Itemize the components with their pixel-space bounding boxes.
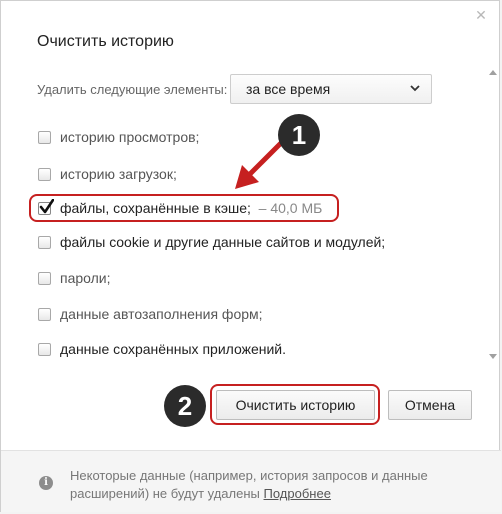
- scroll-up-icon[interactable]: [489, 70, 497, 75]
- time-range-select[interactable]: за все время: [230, 74, 432, 104]
- checkbox[interactable]: [38, 272, 51, 285]
- chevron-down-icon: [410, 85, 420, 92]
- checkbox[interactable]: [38, 236, 51, 249]
- cancel-button[interactable]: Отмена: [388, 390, 472, 420]
- checkbox-label: историю загрузок;: [60, 166, 177, 182]
- checkbox[interactable]: [38, 168, 51, 181]
- info-message: Некоторые данные (например, история запр…: [70, 468, 428, 501]
- checkbox-label: данные сохранённых приложений.: [60, 341, 287, 357]
- info-icon: i: [39, 476, 53, 490]
- step-badge-1: 1: [278, 114, 320, 156]
- scrollbar[interactable]: [487, 68, 499, 361]
- dialog-title: Очистить историю: [37, 33, 174, 50]
- checkbox-label: историю просмотров;: [60, 129, 200, 145]
- time-range-value: за все время: [246, 81, 331, 97]
- cache-highlight-frame: [29, 194, 339, 222]
- step-badge-2: 2: [164, 385, 206, 427]
- checkbox[interactable]: [38, 308, 51, 321]
- scroll-down-icon[interactable]: [489, 354, 497, 359]
- more-info-link[interactable]: Подробнее: [264, 486, 331, 501]
- info-footer: i Некоторые данные (например, история за…: [1, 450, 501, 512]
- clear-history-dialog: Очистить историю ✕ Удалить следующие эле…: [0, 0, 501, 512]
- close-icon[interactable]: ✕: [475, 8, 487, 22]
- checkbox-label: данные автозаполнения форм;: [60, 306, 263, 322]
- clear-history-button[interactable]: Очистить историю: [216, 390, 375, 420]
- checkbox[interactable]: [38, 343, 51, 356]
- info-text: Некоторые данные (например, история запр…: [70, 467, 470, 503]
- checkbox[interactable]: [38, 131, 51, 144]
- range-label: Удалить следующие элементы:: [37, 82, 228, 97]
- checkbox-label: пароли;: [60, 270, 111, 286]
- checkbox-label: файлы cookie и другие данные сайтов и мо…: [60, 234, 386, 250]
